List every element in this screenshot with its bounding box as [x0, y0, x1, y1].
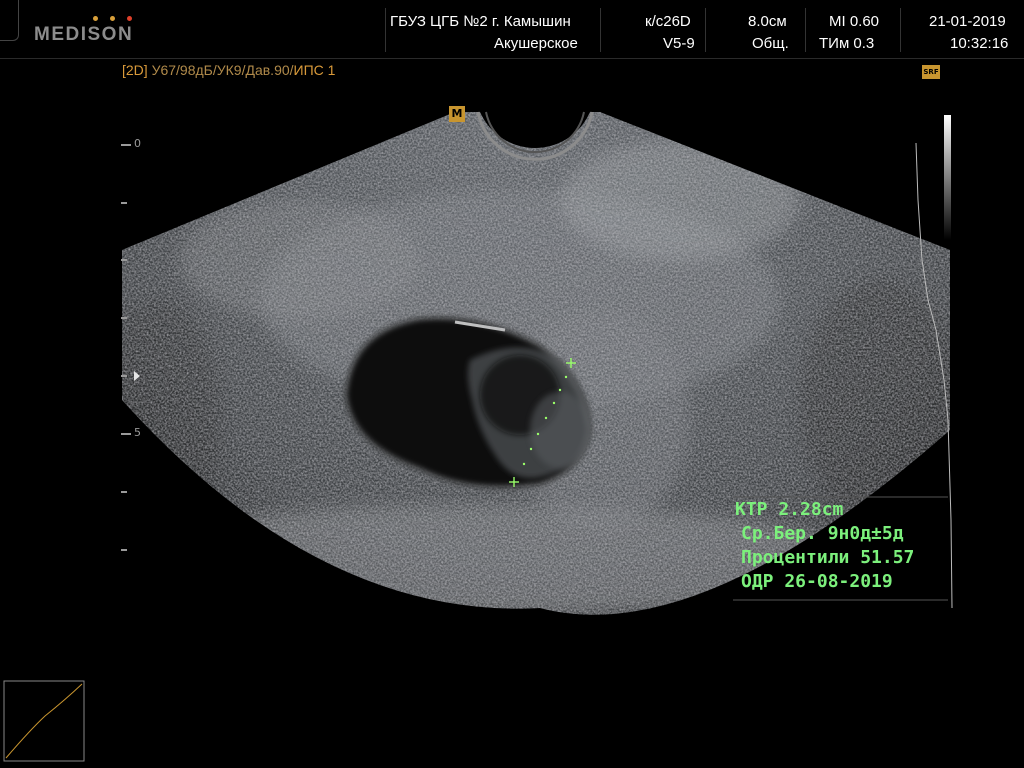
depth-tick: [121, 144, 131, 146]
ultrasound-image: [3, 111, 953, 762]
gamma-curve: [5, 683, 83, 759]
depth-label: 5: [134, 426, 141, 439]
depth-tick: [121, 317, 127, 319]
grayscale-bar: [944, 115, 951, 240]
depth-tick: [121, 433, 131, 435]
depth-label: 0: [134, 137, 141, 150]
depth-tick: [121, 549, 127, 551]
percentile-value: Процентили 51.57: [741, 547, 915, 568]
measurement-results: КТР 2.28cm Ср.Бер. 9н0д±5д Процентили 51…: [733, 498, 953, 594]
m-marker-badge: M: [449, 106, 465, 122]
depth-tick: [121, 202, 127, 204]
estimated-due-date: ОДР 26-08-2019: [741, 571, 893, 592]
depth-tick: [121, 259, 127, 261]
depth-tick: [121, 491, 127, 493]
crl-value: КТР 2.28cm: [735, 499, 844, 520]
depth-tick: [121, 375, 127, 377]
gestational-age: Ср.Бер. 9н0д±5д: [741, 523, 904, 544]
